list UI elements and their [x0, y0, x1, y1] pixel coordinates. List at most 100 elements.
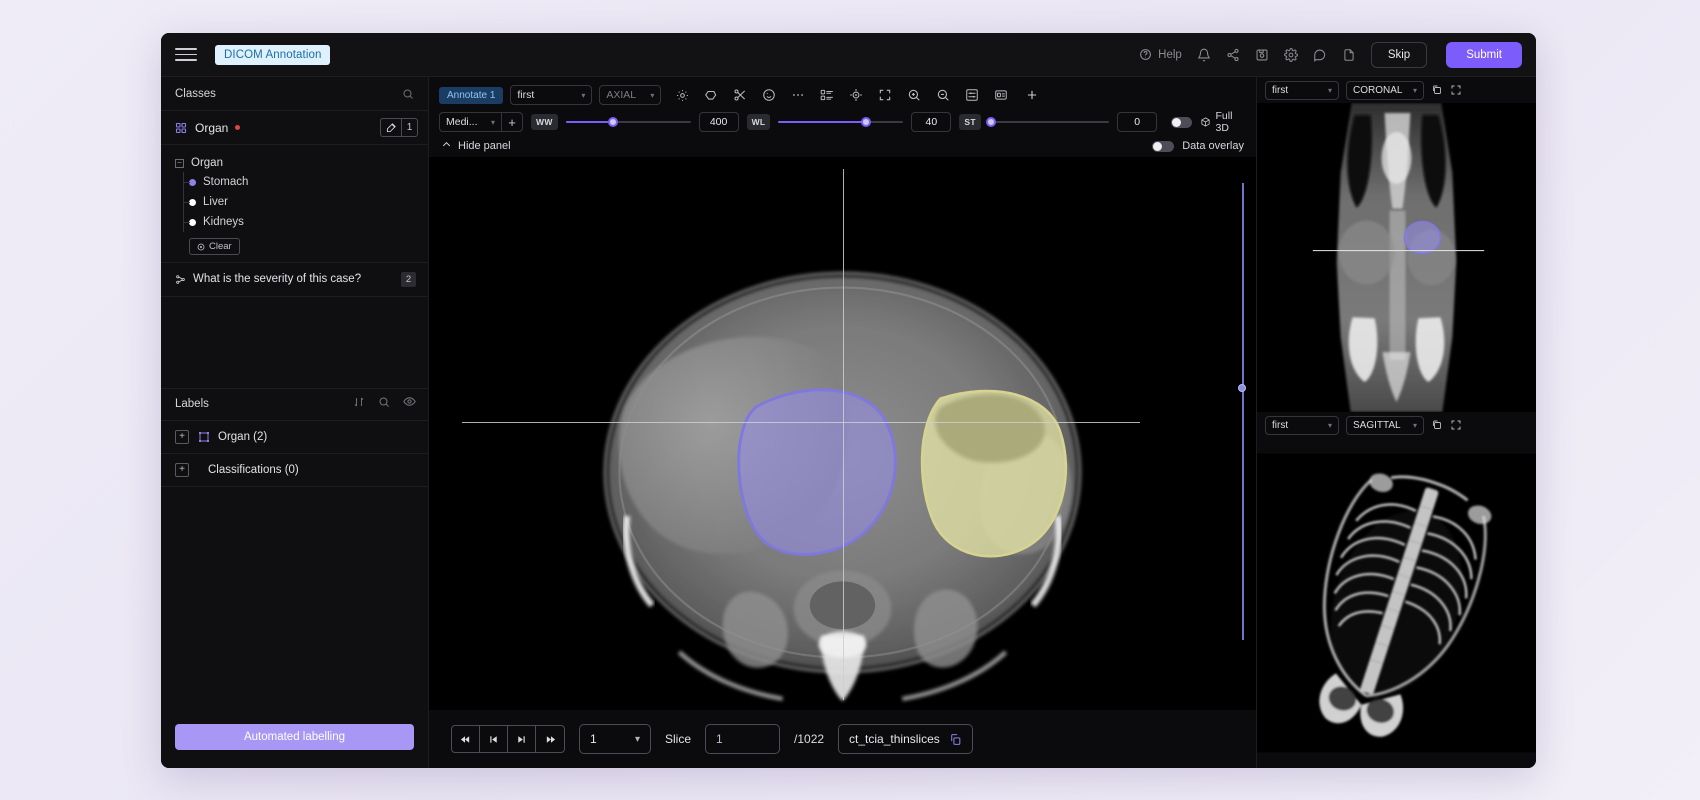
question-row[interactable]: What is the severity of this case? 2 [161, 263, 428, 297]
hide-panel-label[interactable]: Hide panel [458, 140, 511, 152]
class-row-organ[interactable]: Organ 1 [161, 111, 428, 145]
crosshair-vertical[interactable] [842, 169, 844, 700]
tree-item-liver[interactable]: Liver [161, 192, 428, 212]
playback-controls [451, 725, 565, 753]
share-button[interactable] [1226, 48, 1240, 62]
slice-input[interactable]: 1 [705, 724, 781, 754]
gear-icon [1283, 47, 1298, 62]
settings-button[interactable] [1283, 47, 1298, 62]
sagittal-series-select[interactable]: first ▾ [1265, 415, 1339, 435]
coronal-annotation[interactable] [1403, 220, 1442, 255]
slider-knob[interactable] [608, 117, 619, 127]
scissors-icon[interactable] [733, 88, 747, 102]
slice-scroll-track [1242, 183, 1244, 640]
series-name-box[interactable]: ct_tcia_thinslices [838, 724, 973, 754]
ww-value[interactable]: 400 [698, 112, 739, 132]
notifications-button[interactable] [1197, 48, 1211, 62]
skip-button[interactable]: Skip [1370, 41, 1428, 68]
coronal-plane-select[interactable]: CORONAL ▾ [1346, 80, 1424, 100]
eye-icon[interactable] [403, 395, 416, 413]
tree-root-organ[interactable]: − Organ [161, 154, 428, 172]
expand-icon[interactable]: + [175, 462, 189, 477]
polygon-icon[interactable] [704, 88, 718, 102]
labels-title: Labels [175, 398, 209, 410]
st-value[interactable]: 0 [1117, 112, 1158, 132]
label-row-classifications[interactable]: + Classifications (0) [161, 454, 428, 487]
save-button[interactable] [1255, 48, 1269, 62]
document-button[interactable] [1342, 48, 1356, 62]
more-dots-icon[interactable] [791, 88, 805, 102]
sagittal-panel: first ▾ SAGITTAL ▾ [1257, 412, 1536, 768]
rotate-icon[interactable] [1431, 84, 1443, 96]
class-name: Organ [195, 120, 229, 135]
sagittal-viewport[interactable] [1257, 438, 1536, 768]
fullscreen-icon[interactable] [1450, 419, 1462, 431]
label-row-organ[interactable]: + Organ (2) [161, 421, 428, 454]
add-tool-icon[interactable] [1025, 88, 1039, 102]
search-icon[interactable] [378, 395, 390, 413]
save-icon [1256, 49, 1268, 60]
zoom-out-icon[interactable] [936, 88, 950, 102]
tree-item-label: Stomach [203, 176, 249, 188]
label-card-icon[interactable] [994, 88, 1008, 102]
data-overlay-label: Data overlay [1182, 140, 1244, 152]
comments-button[interactable] [1313, 48, 1327, 62]
step-forward-icon[interactable] [508, 726, 536, 752]
expand-icon[interactable]: + [175, 429, 189, 444]
wl-slider[interactable] [778, 114, 904, 130]
tree-item-kidneys[interactable]: Kidneys [161, 212, 428, 232]
annotation-liver[interactable] [920, 389, 1068, 558]
st-chip: ST [959, 114, 981, 130]
classes-search[interactable] [402, 88, 414, 100]
layers-icon[interactable] [820, 88, 834, 102]
sagittal-plane-select[interactable]: SAGITTAL ▾ [1346, 415, 1424, 435]
slider-track [988, 121, 1110, 123]
zoom-level-select[interactable]: 1 ▾ [579, 724, 651, 754]
brightness-icon[interactable] [676, 89, 689, 102]
help-button[interactable]: Help [1139, 48, 1182, 61]
clear-button[interactable]: Clear [189, 238, 240, 255]
skip-to-start-icon[interactable] [452, 726, 480, 752]
slider-fill [565, 121, 614, 123]
sort-icon[interactable] [353, 395, 365, 413]
chevron-down-icon: ▾ [1327, 420, 1332, 430]
coronal-viewport[interactable] [1257, 103, 1536, 412]
ww-slider[interactable] [565, 114, 691, 130]
coronal-series-value: first [1272, 84, 1289, 96]
slider-knob[interactable] [986, 117, 997, 127]
tree-item-stomach[interactable]: Stomach [161, 172, 428, 192]
slice-scroll-slider[interactable] [1238, 183, 1246, 640]
color-dot [189, 198, 196, 206]
wl-value[interactable]: 40 [911, 112, 952, 132]
magic-wand-icon[interactable] [380, 118, 401, 137]
crosshair-target-icon[interactable] [849, 88, 863, 102]
full3d-toggle[interactable] [1171, 116, 1192, 128]
automated-labelling-button[interactable]: Automated labelling [175, 724, 414, 750]
submit-button[interactable]: Submit [1446, 41, 1522, 68]
step-back-icon[interactable] [480, 726, 508, 752]
skip-to-end-icon[interactable] [536, 726, 564, 752]
st-slider[interactable] [986, 114, 1110, 130]
smiley-circle-icon[interactable] [762, 88, 776, 102]
copy-icon[interactable] [949, 733, 962, 746]
data-overlay-toggle[interactable] [1152, 140, 1175, 152]
crosshair-horizontal[interactable] [462, 422, 1141, 424]
chevron-up-icon[interactable] [441, 139, 452, 153]
image-adjust-icon[interactable] [965, 88, 979, 102]
coronal-series-select[interactable]: first ▾ [1265, 80, 1339, 100]
fullscreen-icon[interactable] [1450, 84, 1462, 96]
document-icon [1344, 48, 1354, 61]
fit-screen-icon[interactable] [878, 88, 892, 102]
coronal-ct-image [1257, 103, 1536, 412]
preset-select[interactable]: Medi... ▾ [439, 112, 501, 132]
zoom-in-icon[interactable] [907, 88, 921, 102]
plane-select[interactable]: AXIAL ▾ [599, 85, 662, 105]
axial-viewport[interactable] [429, 157, 1256, 710]
annotate-tag[interactable]: Annotate 1 [439, 86, 504, 104]
series-select[interactable]: first ▾ [510, 85, 593, 105]
hamburger-menu-icon[interactable] [175, 48, 197, 61]
app-header: DICOM Annotation Help Skip Submit [161, 33, 1536, 77]
slider-knob[interactable] [860, 117, 871, 127]
add-preset-button[interactable]: + [501, 112, 523, 132]
rotate-icon[interactable] [1431, 419, 1443, 431]
